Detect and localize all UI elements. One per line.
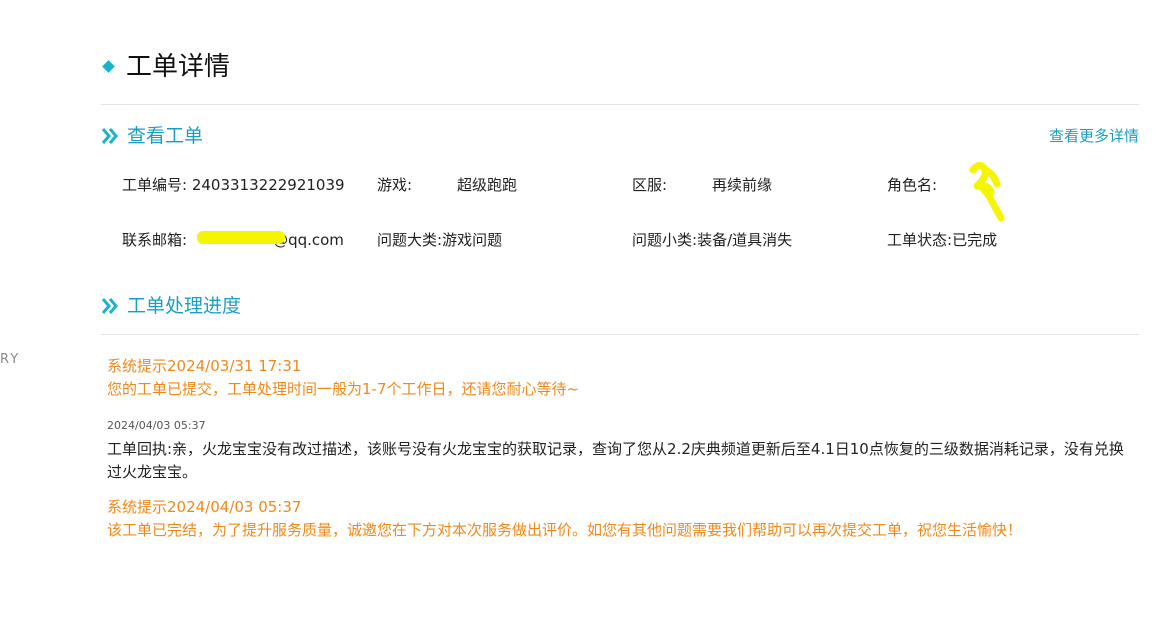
- diamond-bullet-icon: [102, 60, 115, 73]
- status-field: 工单状态:已完成: [887, 229, 997, 251]
- reply-timestamp: 2024/04/03 05:37: [107, 419, 206, 432]
- progress-entry-3: 系统提示2024/04/03 05:37 该工单已完结，为了提升服务质量，诚邀您…: [107, 496, 1127, 542]
- ticket-number-label: 工单编号:: [122, 176, 188, 194]
- ticket-number-field: 工单编号: 2403313222921039: [122, 174, 345, 196]
- category-label: 问题大类:: [377, 231, 443, 249]
- role-name-redaction-mark: [969, 162, 1005, 222]
- progress-section-header: 工单处理进度: [101, 293, 1139, 321]
- progress-entry-1: 系统提示2024/03/31 17:31 您的工单已提交，工单处理时间一般为1-…: [107, 355, 1127, 401]
- view-more-details-link[interactable]: 查看更多详情: [1049, 126, 1139, 146]
- subcategory-field: 问题小类:装备/道具消失: [632, 229, 792, 251]
- view-ticket-section-header: 查看工单 查看更多详情: [101, 123, 1139, 151]
- role-name-label: 角色名:: [887, 176, 938, 194]
- side-nav-fragment: RY: [0, 352, 21, 367]
- system-notice-text: 您的工单已提交，工单处理时间一般为1-7个工作日，还请您耐心等待~: [107, 380, 580, 398]
- server-field: 区服: 再续前缘: [632, 174, 772, 196]
- progress-title: 工单处理进度: [127, 295, 242, 317]
- system-notice-header: 系统提示2024/04/03 05:37: [107, 498, 302, 516]
- category-value: 游戏问题: [442, 231, 503, 249]
- email-redaction-mark: [197, 231, 285, 244]
- page-header: 工单详情: [101, 50, 1139, 105]
- subcategory-label: 问题小类:: [632, 231, 698, 249]
- game-label: 游戏:: [377, 176, 413, 194]
- category-field: 问题大类:游戏问题: [377, 229, 502, 251]
- progress-divider: [101, 334, 1139, 335]
- ticket-number-value: 2403313222921039: [191, 176, 345, 194]
- role-name-field: 角色名:: [887, 174, 967, 196]
- reply-text: 工单回执:亲，火龙宝宝没有改过描述，该账号没有火龙宝宝的获取记录，查询了您从2.…: [107, 440, 1124, 481]
- system-notice-header: 系统提示2024/03/31 17:31: [107, 357, 302, 375]
- system-notice-text: 该工单已完结，为了提升服务质量，诚邀您在下方对本次服务做出评价。如您有其他问题需…: [107, 521, 1023, 539]
- status-value: 已完成: [952, 231, 998, 249]
- double-chevron-icon: [101, 298, 118, 314]
- view-ticket-title: 查看工单: [127, 125, 204, 147]
- server-label: 区服:: [632, 176, 668, 194]
- game-value: 超级跑跑: [457, 176, 518, 194]
- email-label: 联系邮箱:: [122, 231, 188, 249]
- status-label: 工单状态:: [887, 231, 953, 249]
- progress-entry-2: 2024/04/03 05:37 工单回执:亲，火龙宝宝没有改过描述，该账号没有…: [107, 418, 1127, 484]
- game-field: 游戏: 超级跑跑: [377, 174, 517, 196]
- server-value: 再续前缘: [712, 176, 773, 194]
- page-title: 工单详情: [126, 52, 231, 82]
- double-chevron-icon: [101, 128, 118, 144]
- subcategory-value: 装备/道具消失: [697, 231, 793, 249]
